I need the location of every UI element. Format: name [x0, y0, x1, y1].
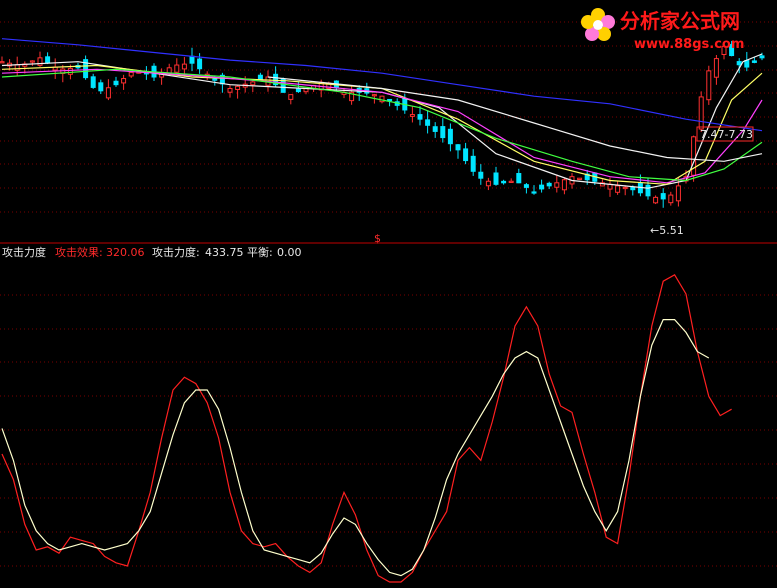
candle-body — [14, 64, 20, 71]
indicator-lines — [1, 273, 732, 583]
candle-body — [698, 96, 704, 130]
candle-body — [0, 61, 5, 64]
candle-body — [751, 60, 757, 63]
candle-body — [250, 81, 256, 86]
site-watermark: 分析家公式网 www.88gs.com — [581, 8, 744, 52]
range-label: 7.47-7.73 — [700, 128, 753, 141]
candle-body — [653, 196, 659, 204]
candle-body — [227, 88, 233, 93]
candle-body — [425, 119, 431, 126]
candle-body — [29, 60, 35, 63]
candle-body — [493, 172, 499, 185]
candle-body — [181, 63, 187, 70]
candle-body — [668, 194, 674, 204]
candle-body — [67, 67, 73, 75]
candle-body — [174, 64, 180, 73]
moving-average-lines — [1, 38, 763, 189]
site-name: 分析家公式网 — [620, 9, 740, 33]
indicator-line — [1, 273, 732, 583]
candle-body — [440, 126, 446, 139]
candle-body — [105, 87, 111, 99]
candle-body — [447, 128, 453, 145]
candle-body — [759, 55, 765, 59]
candle-body — [288, 94, 294, 100]
candle-body — [432, 126, 438, 132]
candle-body — [455, 144, 461, 151]
low-price-label: ←5.51 — [650, 224, 684, 237]
candle-body — [713, 58, 719, 78]
indicator-field-label: 攻击效果: — [55, 245, 103, 259]
indicator-field-label: 攻击力度: — [152, 245, 200, 259]
candle-body — [235, 85, 241, 90]
indicator-field-value: 320.06 — [106, 246, 145, 259]
indicator-field-value: 433.75 — [205, 246, 244, 259]
indicator-field-label: 平衡: — [247, 246, 273, 259]
candle-body — [546, 182, 552, 187]
candle-body — [371, 94, 377, 97]
candle-body — [485, 180, 491, 187]
candle-body — [660, 193, 666, 200]
site-url: www.88gs.com — [634, 37, 744, 52]
candle-body — [295, 88, 301, 93]
range-annotation: 7.47-7.73 — [696, 126, 754, 142]
candle-body — [523, 184, 529, 188]
indicator-panel[interactable] — [0, 273, 777, 583]
candle-body — [197, 58, 203, 70]
candle-body — [508, 180, 514, 183]
indicator-header: 攻击力度 攻击效果: 320.06 攻击力度: 433.75 平衡: 0.00 — [2, 245, 302, 259]
candle-body — [470, 155, 476, 172]
candle-body — [45, 56, 51, 63]
candle-body — [736, 61, 742, 66]
candle-body — [539, 184, 545, 190]
candle-body — [561, 179, 567, 191]
candle-body — [645, 184, 651, 197]
candle-body — [531, 191, 537, 194]
candle-body — [622, 186, 628, 190]
candle-body — [121, 78, 127, 84]
indicator-name: 攻击力度 — [2, 245, 46, 259]
candle-body — [463, 148, 469, 162]
candle-body — [478, 171, 484, 179]
flower-logo-icon — [581, 8, 615, 41]
candle-body — [387, 98, 393, 102]
candle-body — [189, 55, 195, 64]
price-marker-label: $ — [374, 232, 381, 245]
candle-body — [98, 82, 104, 92]
candle-body — [257, 74, 263, 80]
candle-body — [675, 185, 681, 202]
indicator-line — [1, 319, 710, 577]
candle-body — [90, 76, 96, 88]
candle-body — [630, 187, 636, 191]
candle-body — [516, 173, 522, 184]
stock-chart-canvas[interactable]: $ 7.47-7.73 ←5.51 攻击力度 攻击效果: 320.06 攻击力度… — [0, 0, 777, 588]
candle-body — [417, 114, 423, 120]
candle-body — [409, 114, 415, 117]
candle-body — [744, 59, 750, 68]
candle-body — [615, 185, 621, 193]
moving-average-line — [1, 53, 763, 189]
candle-body — [501, 180, 507, 184]
indicator-grid — [0, 294, 777, 567]
candle-body — [113, 80, 119, 86]
candle-body — [706, 70, 712, 101]
indicator-field-value: 0.00 — [277, 246, 302, 259]
candle-body — [554, 182, 560, 188]
candle-body — [212, 78, 218, 81]
candle-body — [128, 71, 134, 77]
candle-body — [577, 177, 583, 181]
